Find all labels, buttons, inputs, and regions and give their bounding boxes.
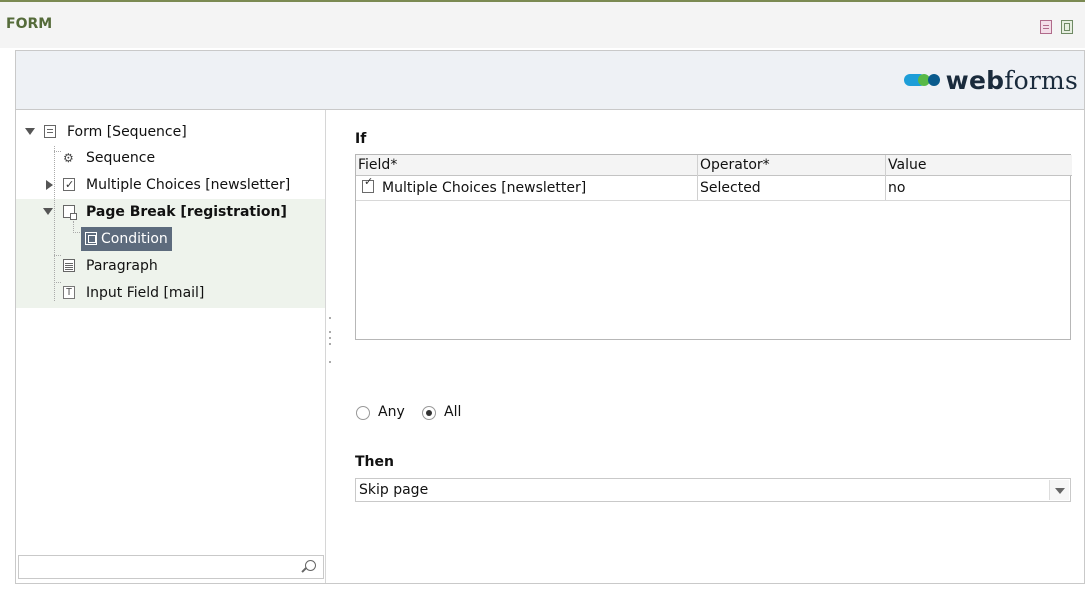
if-heading: If bbox=[355, 131, 367, 147]
logo-mark-icon bbox=[903, 72, 942, 88]
tree-item-multiple-choices[interactable]: Multiple Choices [newsletter] bbox=[16, 173, 316, 197]
row-field[interactable]: Multiple Choices [newsletter] bbox=[382, 176, 586, 200]
tree-item-label: Sequence bbox=[86, 150, 156, 166]
tree-item-form[interactable]: Form [Sequence] bbox=[16, 120, 316, 144]
selected-node[interactable]: Condition bbox=[81, 227, 172, 251]
tree-search-input[interactable] bbox=[18, 555, 324, 579]
collapse-arrow-icon[interactable] bbox=[43, 208, 53, 215]
condition-icon bbox=[85, 232, 97, 245]
tree-item-label: Paragraph bbox=[86, 258, 158, 274]
column-header-operator[interactable]: Operator* bbox=[698, 155, 886, 176]
expand-arrow-icon[interactable] bbox=[46, 180, 53, 190]
webforms-logo: webforms bbox=[903, 65, 1078, 95]
collapse-arrow-icon[interactable] bbox=[25, 128, 35, 135]
header-bar: webforms bbox=[16, 51, 1084, 110]
window-title-bar: FORM bbox=[0, 0, 1085, 48]
checkbox-icon bbox=[362, 175, 374, 193]
condition-table: Field* Operator* Value Multiple Choices … bbox=[355, 154, 1072, 340]
then-heading: Then bbox=[355, 454, 394, 470]
form-icon bbox=[44, 125, 56, 138]
row-value[interactable]: no bbox=[888, 176, 905, 200]
tree-item-label: Multiple Choices [newsletter] bbox=[86, 177, 291, 193]
tree-item-paragraph[interactable]: Paragraph bbox=[16, 254, 316, 278]
paragraph-icon bbox=[63, 259, 75, 272]
chevron-down-icon[interactable] bbox=[1049, 480, 1069, 500]
page-break-icon bbox=[63, 205, 77, 220]
tree-item-label: Page Break [registration] bbox=[86, 204, 287, 220]
search-icon[interactable] bbox=[305, 560, 316, 571]
column-header-value[interactable]: Value bbox=[886, 155, 1072, 176]
radio-all[interactable] bbox=[422, 406, 436, 420]
tree-item-label: Form [Sequence] bbox=[67, 124, 187, 140]
tree-item-label: Input Field [mail] bbox=[86, 285, 205, 301]
input-field-icon bbox=[63, 281, 75, 305]
tree-item-sequence[interactable]: ⚙ Sequence bbox=[16, 146, 316, 170]
gears-icon: ⚙ bbox=[63, 151, 74, 165]
panel-splitter[interactable] bbox=[326, 311, 334, 381]
radio-any[interactable] bbox=[356, 406, 370, 420]
window-title: FORM bbox=[6, 16, 53, 32]
tree-item-label: Condition bbox=[101, 231, 168, 247]
radio-all-label[interactable]: All bbox=[444, 402, 461, 422]
tree-item-page-break[interactable]: Page Break [registration] bbox=[16, 200, 316, 224]
form-editor: webforms Form [Sequence] ⚙ Sequence Mult… bbox=[15, 50, 1085, 584]
row-operator[interactable]: Selected bbox=[700, 176, 761, 200]
then-action-value: Skip page bbox=[359, 482, 429, 498]
form-tree-panel: Form [Sequence] ⚙ Sequence Multiple Choi… bbox=[16, 110, 326, 583]
condition-editor: If Field* Operator* Value Multiple Choic… bbox=[334, 110, 1084, 583]
radio-any-label[interactable]: Any bbox=[378, 402, 405, 422]
tree-item-condition[interactable]: Condition bbox=[16, 227, 316, 251]
then-action-select[interactable]: Skip page bbox=[355, 478, 1071, 502]
column-header-field[interactable]: Field* bbox=[356, 155, 698, 176]
document-icon[interactable] bbox=[1040, 20, 1052, 34]
maximize-window-icon[interactable] bbox=[1061, 20, 1073, 34]
tree-item-input-field[interactable]: Input Field [mail] bbox=[16, 281, 316, 305]
checkbox-icon bbox=[63, 173, 75, 197]
